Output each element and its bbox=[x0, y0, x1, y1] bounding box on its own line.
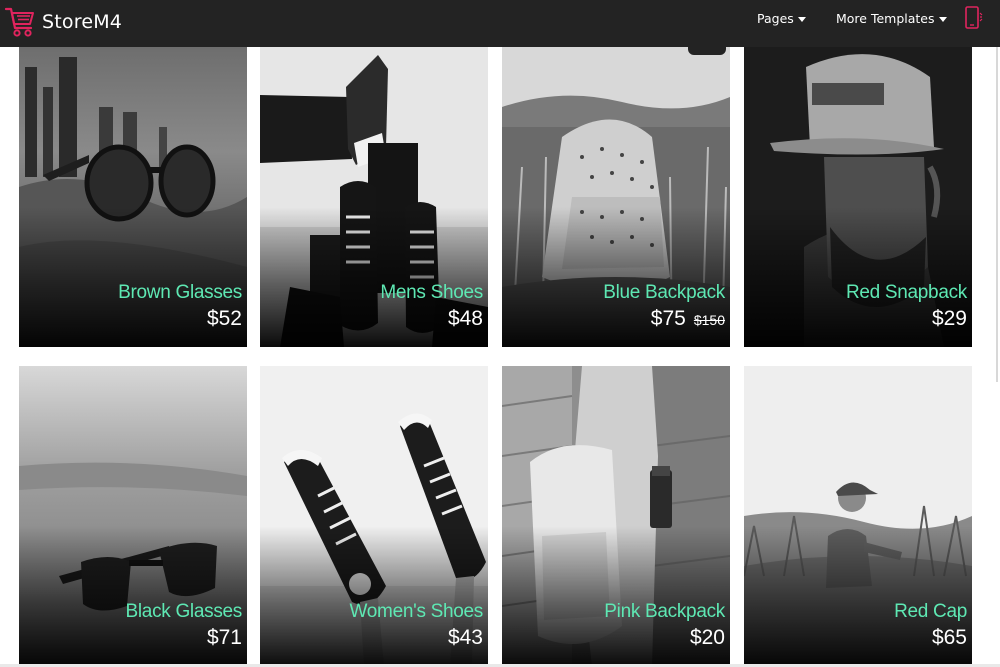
nav-pages-label: Pages bbox=[757, 11, 794, 26]
product-name: Pink Backpack bbox=[604, 601, 725, 622]
product-price: $29 bbox=[931, 307, 967, 330]
caret-down-icon bbox=[938, 17, 947, 22]
nav-more-templates-label: More Templates bbox=[836, 11, 935, 26]
product-price: $48 bbox=[447, 307, 483, 330]
product-card-mens-shoes[interactable]: Mens Shoes $48 bbox=[260, 47, 488, 347]
shopping-cart-logo-icon bbox=[4, 7, 34, 37]
price-row: $52 bbox=[207, 307, 242, 331]
product-card-brown-glasses[interactable]: Brown Glasses $52 bbox=[19, 47, 247, 347]
price-row: $48 bbox=[448, 307, 483, 331]
brand-name: StoreM4 bbox=[42, 11, 123, 33]
price-row: $29 bbox=[932, 307, 967, 331]
page-edge-line bbox=[996, 47, 998, 382]
product-price: $52 bbox=[206, 307, 242, 330]
caret-down-icon bbox=[797, 17, 806, 22]
product-old-price: $150 bbox=[693, 312, 725, 328]
product-price: $43 bbox=[447, 626, 483, 649]
product-card-red-cap[interactable]: Red Cap $65 bbox=[744, 366, 972, 666]
product-name: Red Snapback bbox=[845, 282, 967, 303]
product-name: Women's Shoes bbox=[349, 601, 484, 622]
price-row: $75 $150 bbox=[651, 307, 725, 331]
product-name: Black Glasses bbox=[125, 601, 243, 622]
product-price: $71 bbox=[206, 626, 242, 649]
price-row: $20 bbox=[690, 626, 725, 650]
top-navbar: StoreM4 Pages More Templates bbox=[0, 0, 1000, 47]
product-price: $65 bbox=[931, 626, 967, 649]
product-card-blue-backpack[interactable]: Blue Backpack $75 $150 bbox=[502, 47, 730, 347]
brand-link[interactable]: StoreM4 bbox=[4, 2, 122, 42]
product-name: Blue Backpack bbox=[603, 282, 725, 303]
product-card-black-glasses[interactable]: Black Glasses $71 bbox=[19, 366, 247, 666]
product-card-red-snapback[interactable]: Red Snapback $29 bbox=[744, 47, 972, 347]
nav-more-templates-dropdown[interactable]: More Templates bbox=[836, 11, 947, 26]
product-card-pink-backpack[interactable]: Pink Backpack $20 bbox=[502, 366, 730, 666]
price-row: $65 bbox=[932, 626, 967, 650]
product-name: Red Cap bbox=[894, 601, 967, 622]
product-name: Mens Shoes bbox=[380, 282, 483, 303]
nav-pages-dropdown[interactable]: Pages bbox=[757, 11, 806, 26]
product-name: Brown Glasses bbox=[118, 282, 242, 303]
mobile-phone-icon[interactable] bbox=[963, 6, 983, 30]
product-price: $20 bbox=[689, 626, 725, 649]
product-price: $75 bbox=[650, 307, 686, 330]
product-card-womens-shoes[interactable]: Women's Shoes $43 bbox=[260, 366, 488, 666]
price-row: $43 bbox=[448, 626, 483, 650]
price-row: $71 bbox=[207, 626, 242, 650]
